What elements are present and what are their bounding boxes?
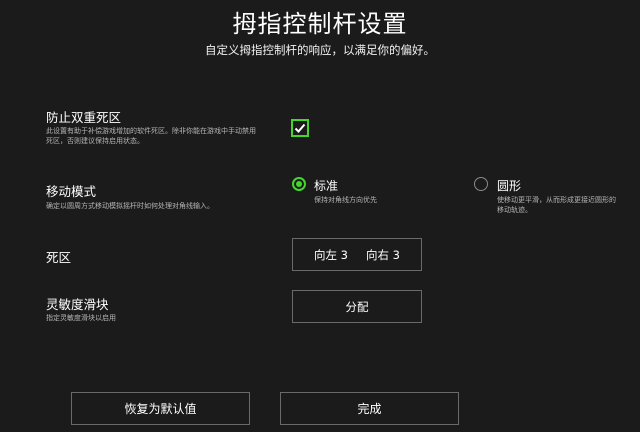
checkmark-icon <box>294 123 306 133</box>
circular-radio-description-line2: 移动轨迹。 <box>497 206 532 214</box>
sensitivity-slider-description: 指定灵敏度滑块以启用 <box>46 314 116 322</box>
page-title: 拇指控制杆设置 <box>232 10 408 38</box>
anti-deadzone-label: 防止双重死区 <box>46 110 122 125</box>
circular-radio-description-line1: 使移动更平滑，从而形成更接近圆形的 <box>497 196 616 204</box>
movement-mode-description: 确定以圆周方式移动模拟摇杆时如何处理对角线输入。 <box>46 202 214 210</box>
reset-default-button[interactable]: 恢复为默认值 <box>71 392 250 425</box>
deadzone-button[interactable]: 向左 3 向右 3 <box>292 238 422 271</box>
standard-radio[interactable] <box>292 177 306 191</box>
assign-button[interactable]: 分配 <box>292 290 422 323</box>
deadzone-right-value: 向右 3 <box>366 247 400 262</box>
sensitivity-slider-label: 灵敏度滑块 <box>46 297 109 312</box>
standard-radio-label[interactable]: 标准 <box>314 177 338 194</box>
thumbstick-settings-page: 拇指控制杆设置 自定义拇指控制杆的响应，以满足你的偏好。 防止双重死区 此设置有… <box>0 0 640 432</box>
page-subtitle: 自定义拇指控制杆的响应，以满足你的偏好。 <box>205 43 435 57</box>
standard-radio-description: 保持对角线方向优先 <box>314 196 377 204</box>
anti-deadzone-description-line2: 死区，否则建议保持启用状态。 <box>46 137 144 145</box>
circular-radio[interactable] <box>474 177 488 191</box>
deadzone-left-value: 向左 3 <box>314 247 348 262</box>
circular-radio-label[interactable]: 圆形 <box>497 177 521 194</box>
movement-mode-label: 移动模式 <box>46 184 97 199</box>
deadzone-label: 死区 <box>46 250 72 265</box>
done-button[interactable]: 完成 <box>280 392 459 425</box>
anti-deadzone-description-line1: 此设置有助于补偿游戏增加的软件死区。除非你能在游戏中手动禁用 <box>46 127 256 135</box>
anti-deadzone-checkbox[interactable] <box>291 119 309 137</box>
